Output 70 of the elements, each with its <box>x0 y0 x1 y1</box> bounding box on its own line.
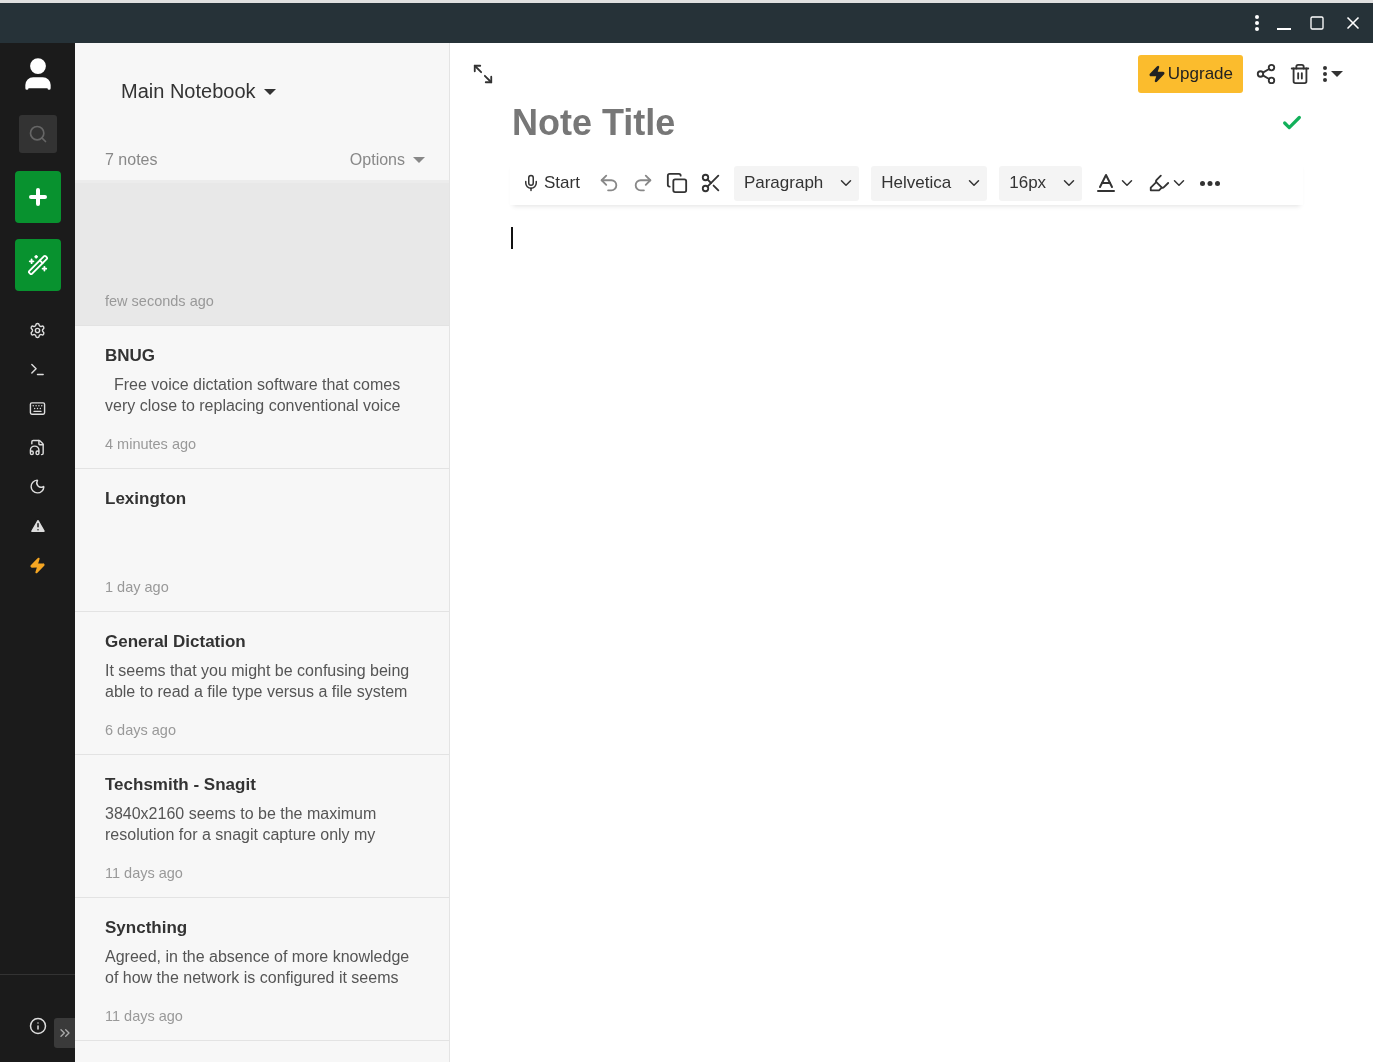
lightning-button[interactable] <box>29 557 46 574</box>
magic-wand-icon <box>26 254 49 276</box>
format-dropdown[interactable]: 16px <box>999 165 1083 201</box>
lightning-icon <box>29 557 46 574</box>
kebab-icon <box>1255 15 1259 31</box>
microphone-icon <box>522 174 540 192</box>
note-preview: Agreed, in the absence of more knowledge of how the network is configured it seems <box>105 947 411 988</box>
cut-button[interactable] <box>699 172 722 194</box>
share-button[interactable] <box>1255 63 1277 85</box>
note-time: 6 days ago <box>105 722 177 738</box>
dictation-button[interactable]: Start <box>516 173 586 193</box>
search-button[interactable] <box>18 115 57 153</box>
diagonal-arrows-icon <box>472 63 494 85</box>
note-title: BNUG <box>105 346 157 366</box>
menu-button[interactable] <box>1255 15 1259 31</box>
scissors-icon <box>699 172 722 194</box>
expand-button[interactable] <box>54 1018 75 1048</box>
more-button[interactable] <box>1200 180 1221 186</box>
note-time: 11 days ago <box>105 865 184 881</box>
note-time: 4 minutes ago <box>105 436 198 452</box>
caret-icon <box>1331 71 1343 77</box>
maximize-button[interactable] <box>1309 15 1325 31</box>
highlighter-icon <box>1148 172 1171 194</box>
new-note-button[interactable] <box>14 171 61 223</box>
keyboard-icon <box>29 400 46 417</box>
more-icon <box>1200 180 1221 186</box>
notebook-dropdown[interactable]: Main Notebook <box>121 80 276 103</box>
delete-button[interactable] <box>1289 63 1311 85</box>
more-menu-button[interactable] <box>1323 66 1343 82</box>
upgrade-button[interactable]: Upgrade <box>1137 55 1243 93</box>
fullscreen-button[interactable] <box>472 63 494 85</box>
note-preview: It seems that you might be confusing being able to read a file type versus a file system <box>105 661 411 702</box>
note-time: few seconds ago <box>105 293 215 309</box>
note-time: 1 day ago <box>105 579 170 595</box>
moon-icon <box>29 478 46 495</box>
audio-file-button[interactable] <box>29 439 46 456</box>
note-count: 7 notes <box>105 151 158 169</box>
magic-wand-button[interactable] <box>14 239 61 291</box>
note-time: 11 days ago <box>105 1008 184 1024</box>
note-preview: Free voice dictation software that comes very close to replacing conventional voice <box>105 375 402 416</box>
copy-icon <box>665 172 688 194</box>
text-cursor <box>511 227 513 249</box>
audio-file-icon <box>29 439 46 456</box>
format-dropdown[interactable]: Paragraph <box>733 165 860 201</box>
kebab-icon <box>1323 66 1327 82</box>
caret-icon <box>413 157 425 163</box>
info-icon <box>28 1016 47 1035</box>
format-dropdown[interactable]: Helvetica <box>871 165 988 201</box>
settings-button[interactable] <box>29 322 46 339</box>
search-icon <box>27 124 48 144</box>
share-icon <box>1255 63 1277 85</box>
note-title: Lexington <box>105 489 188 509</box>
trash-icon <box>1289 63 1311 85</box>
maximize-icon <box>1309 15 1325 31</box>
terminal-icon <box>29 361 46 378</box>
keyboard-button[interactable] <box>29 400 46 417</box>
settings-icon <box>29 322 46 339</box>
copy-button[interactable] <box>665 172 688 194</box>
note-title: Syncthing <box>105 918 189 938</box>
note-title: Techsmith - Snagit <box>105 775 257 795</box>
warning-button[interactable] <box>28 517 47 535</box>
moon-button[interactable] <box>29 478 46 495</box>
note-preview: 3840x2160 seems to be the maximum resolution for a snagit capture only my <box>105 804 378 845</box>
minimize-icon <box>1277 28 1291 30</box>
caret-icon <box>263 88 276 95</box>
terminal-button[interactable] <box>29 361 46 378</box>
lightning-icon <box>1147 65 1166 83</box>
warning-icon <box>28 517 47 535</box>
note-title: General Dictation <box>105 632 247 652</box>
note-title-field[interactable]: Note Title <box>510 101 914 145</box>
